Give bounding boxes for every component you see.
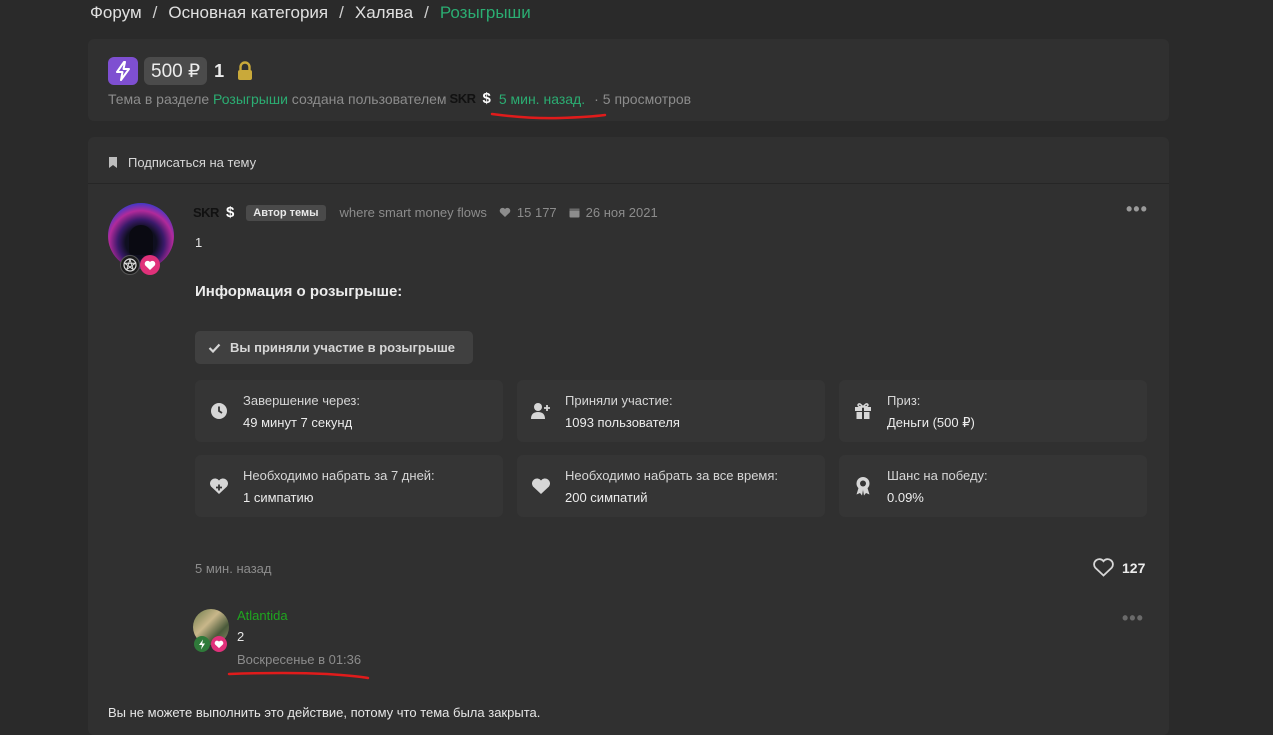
calendar-icon — [569, 208, 580, 218]
author-badge: Автор темы — [246, 204, 326, 221]
heart-icon — [531, 476, 551, 496]
card-label: Приз: — [887, 393, 921, 408]
clock-icon — [209, 401, 229, 421]
lightning-badge-icon — [194, 636, 210, 652]
post-text: 1 — [195, 235, 203, 250]
annotation-underline — [490, 112, 607, 120]
pentagram-icon — [120, 255, 140, 275]
card-label: Шанс на победу: — [887, 468, 988, 483]
info-card-participants: Приняли участие: 1093 пользователя — [517, 380, 825, 442]
meta-time-link[interactable]: 5 мин. назад. — [499, 91, 585, 107]
breadcrumb-separator: / — [152, 3, 158, 22]
meta-dot: · — [594, 90, 599, 107]
user-likes-count: 15 177 — [516, 205, 557, 220]
post-author[interactable]: SKR — [193, 205, 219, 220]
info-card-prize: Приз: Деньги (500 ₽) — [839, 380, 1147, 442]
meta-author-suffix: $ — [482, 90, 491, 107]
card-value: 200 симпатий — [565, 490, 648, 505]
award-icon — [853, 476, 873, 496]
heart-icon — [499, 207, 511, 217]
breadcrumb-item-main-category[interactable]: Основная категория — [168, 3, 328, 23]
post-header: SKR $ Автор темы where smart money flows… — [193, 204, 658, 221]
breadcrumb: Форум / Основная категория / Халява / Ро… — [90, 2, 531, 24]
thread-meta: Тема в разделе Розыгрыши создана пользов… — [108, 90, 691, 107]
meta-prefix: Тема в разделе — [108, 90, 210, 107]
price-badge: 500 ₽ — [144, 57, 208, 85]
post-author-suffix: $ — [225, 204, 235, 221]
meta-views: 5 просмотров — [602, 90, 692, 107]
post-timestamp[interactable]: 5 мин. назад — [195, 561, 271, 576]
annotation-underline — [227, 671, 370, 680]
reply-timestamp[interactable]: Воскресенье в 01:36 — [237, 652, 361, 667]
thread-title-row: 500 ₽ 1 — [108, 57, 254, 85]
heart-outline-icon — [1093, 558, 1114, 577]
joined-giveaway-label: Вы приняли участие в розыгрыше — [230, 340, 456, 355]
card-value: 1 симпатию — [243, 490, 314, 505]
breadcrumb-item-giveaways[interactable]: Розыгрыши — [440, 3, 531, 23]
user-join-date-text: 26 ноя 2021 — [585, 205, 658, 220]
thread-closed-message: Вы не можете выполнить это действие, пот… — [108, 705, 541, 720]
reply-menu-button[interactable]: ••• — [1122, 608, 1144, 629]
user-plus-icon — [531, 401, 551, 421]
info-card-likes-total: Необходимо набрать за все время: 200 сим… — [517, 455, 825, 517]
card-value: 0.09% — [887, 490, 924, 505]
breadcrumb-separator: / — [424, 3, 429, 22]
reply-author[interactable]: Atlantida — [237, 608, 288, 623]
card-value: Деньги (500 ₽) — [887, 415, 975, 430]
reply-text: 2 — [237, 629, 245, 644]
lightning-icon — [116, 61, 130, 81]
like-button[interactable]: 127 — [1093, 558, 1145, 577]
subscribe-label: Подписаться на тему — [128, 155, 257, 170]
breadcrumb-item-freebies[interactable]: Халява — [355, 3, 413, 23]
checkmark-icon — [208, 343, 221, 353]
breadcrumb-item-forum[interactable]: Форум — [90, 3, 142, 23]
card-value: 49 минут 7 секунд — [243, 415, 353, 430]
heart-badge-icon — [211, 636, 227, 652]
avatar-figure — [129, 225, 153, 255]
like-count: 127 — [1122, 559, 1146, 576]
thread-header: 500 ₽ 1 Тема в разделе Розыгрыши создана… — [88, 39, 1169, 121]
user-likes: 15 177 — [499, 205, 557, 220]
heart-plus-icon — [209, 476, 229, 496]
thread-content: Подписаться на тему SKR $ Автор темы whe… — [88, 137, 1169, 735]
bookmark-icon — [109, 157, 117, 168]
heart-badge-icon — [140, 255, 160, 275]
meta-middle: создана пользователем — [291, 90, 447, 107]
thread-title: 1 — [214, 60, 225, 81]
info-card-win-chance: Шанс на победу: 0.09% — [839, 455, 1147, 517]
card-value: 1093 пользователя — [565, 415, 680, 430]
user-tagline: where smart money flows — [339, 205, 487, 220]
post-menu-button[interactable]: ••• — [1126, 199, 1148, 220]
gift-icon — [853, 401, 873, 421]
joined-giveaway-button[interactable]: Вы приняли участие в розыгрыше — [195, 331, 473, 364]
lock-icon — [236, 61, 254, 81]
giveaway-info-title: Информация о розыгрыше: — [195, 283, 403, 300]
card-label: Завершение через: — [243, 393, 360, 408]
subscribe-button[interactable]: Подписаться на тему — [108, 155, 256, 170]
divider — [88, 183, 1169, 184]
info-card-end-time: Завершение через: 49 минут 7 секунд — [195, 380, 503, 442]
info-card-likes-week: Необходимо набрать за 7 дней: 1 симпатию — [195, 455, 503, 517]
card-label: Необходимо набрать за все время: — [565, 468, 779, 483]
card-label: Необходимо набрать за 7 дней: — [243, 468, 435, 483]
meta-section-link[interactable]: Розыгрыши — [213, 91, 288, 107]
lightning-badge — [108, 57, 138, 85]
user-join-date: 26 ноя 2021 — [569, 205, 658, 220]
breadcrumb-separator: / — [339, 3, 344, 22]
meta-author-link[interactable]: SKR — [450, 91, 476, 106]
card-label: Приняли участие: — [565, 393, 673, 408]
